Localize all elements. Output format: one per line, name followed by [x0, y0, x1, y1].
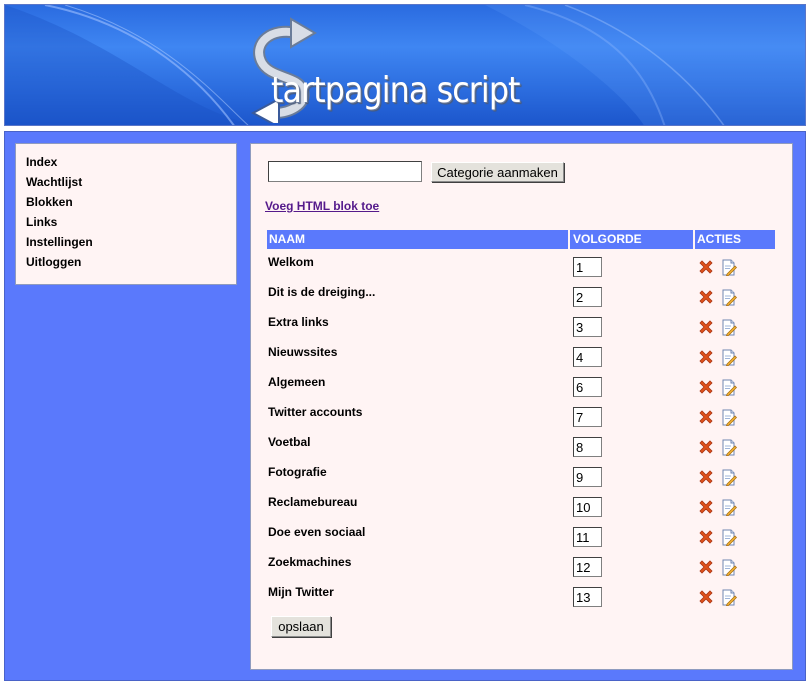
delete-icon[interactable]	[698, 409, 714, 425]
column-header-actions: ACTIES	[693, 230, 741, 249]
sidebar-item-instellingen[interactable]: Instellingen	[26, 235, 93, 249]
order-input[interactable]	[573, 407, 602, 427]
sidebar-item-links[interactable]: Links	[26, 215, 57, 229]
column-header-order: VOLGORDE	[568, 230, 642, 249]
create-category-button[interactable]: Categorie aanmaken	[431, 162, 564, 182]
delete-icon[interactable]	[698, 499, 714, 515]
save-button[interactable]: opslaan	[271, 616, 331, 637]
content-panel: Categorie aanmaken Voeg HTML blok toe NA…	[250, 143, 793, 670]
category-name-input[interactable]	[268, 161, 422, 182]
main-area: Index Wachtlijst Blokken Links Instellin…	[4, 131, 806, 681]
order-input[interactable]	[573, 587, 602, 607]
edit-icon[interactable]	[721, 469, 737, 487]
delete-icon[interactable]	[698, 589, 714, 605]
category-name: Reclamebureau	[268, 495, 358, 509]
header-banner: tartpagina script	[4, 4, 806, 126]
sidebar-item-index[interactable]: Index	[26, 155, 57, 169]
table-row: Voetbal	[251, 435, 794, 465]
order-input[interactable]	[573, 467, 602, 487]
category-name: Doe even sociaal	[268, 525, 366, 539]
edit-icon[interactable]	[721, 289, 737, 307]
table-row: Extra links	[251, 315, 794, 345]
table-row: Zoekmachines	[251, 555, 794, 585]
table-row: Dit is de dreiging...	[251, 285, 794, 315]
order-input[interactable]	[573, 317, 602, 337]
edit-icon[interactable]	[721, 349, 737, 367]
order-input[interactable]	[573, 527, 602, 547]
edit-icon[interactable]	[721, 499, 737, 517]
edit-icon[interactable]	[721, 319, 737, 337]
delete-icon[interactable]	[698, 529, 714, 545]
order-input[interactable]	[573, 287, 602, 307]
category-name: Nieuwssites	[268, 345, 338, 359]
edit-icon[interactable]	[721, 589, 737, 607]
delete-icon[interactable]	[698, 319, 714, 335]
category-name: Dit is de dreiging...	[268, 285, 376, 299]
order-input[interactable]	[573, 347, 602, 367]
delete-icon[interactable]	[698, 559, 714, 575]
delete-icon[interactable]	[698, 289, 714, 305]
column-header-name: NAAM	[269, 232, 305, 246]
edit-icon[interactable]	[721, 439, 737, 457]
edit-icon[interactable]	[721, 409, 737, 427]
delete-icon[interactable]	[698, 439, 714, 455]
delete-icon[interactable]	[698, 349, 714, 365]
edit-icon[interactable]	[721, 379, 737, 397]
table-row: Reclamebureau	[251, 495, 794, 525]
sidebar-item-blokken[interactable]: Blokken	[26, 195, 73, 209]
table-row: Doe even sociaal	[251, 525, 794, 555]
edit-icon[interactable]	[721, 259, 737, 277]
category-name: Zoekmachines	[268, 555, 352, 569]
logo-text: tartpagina script	[271, 70, 520, 111]
sidebar-item-wachtlijst[interactable]: Wachtlijst	[26, 175, 82, 189]
table-row: Welkom	[251, 255, 794, 285]
category-name: Fotografie	[268, 465, 327, 479]
category-name: Twitter accounts	[268, 405, 363, 419]
table-header: NAAM VOLGORDE ACTIES	[267, 230, 775, 249]
table-row: Nieuwssites	[251, 345, 794, 375]
table-row: Mijn Twitter	[251, 585, 794, 615]
category-name: Extra links	[268, 315, 329, 329]
order-input[interactable]	[573, 257, 602, 277]
table-row: Algemeen	[251, 375, 794, 405]
category-name: Mijn Twitter	[268, 585, 334, 599]
category-name: Algemeen	[268, 375, 326, 389]
table-row: Fotografie	[251, 465, 794, 495]
delete-icon[interactable]	[698, 379, 714, 395]
category-name: Welkom	[268, 255, 314, 269]
edit-icon[interactable]	[721, 559, 737, 577]
delete-icon[interactable]	[698, 469, 714, 485]
sidebar: Index Wachtlijst Blokken Links Instellin…	[15, 143, 237, 285]
order-input[interactable]	[573, 497, 602, 517]
edit-icon[interactable]	[721, 529, 737, 547]
category-name: Voetbal	[268, 435, 311, 449]
order-input[interactable]	[573, 437, 602, 457]
table-row: Twitter accounts	[251, 405, 794, 435]
order-input[interactable]	[573, 557, 602, 577]
sidebar-item-uitloggen[interactable]: Uitloggen	[26, 255, 81, 269]
add-html-block-link[interactable]: Voeg HTML blok toe	[265, 199, 379, 213]
delete-icon[interactable]	[698, 259, 714, 275]
order-input[interactable]	[573, 377, 602, 397]
